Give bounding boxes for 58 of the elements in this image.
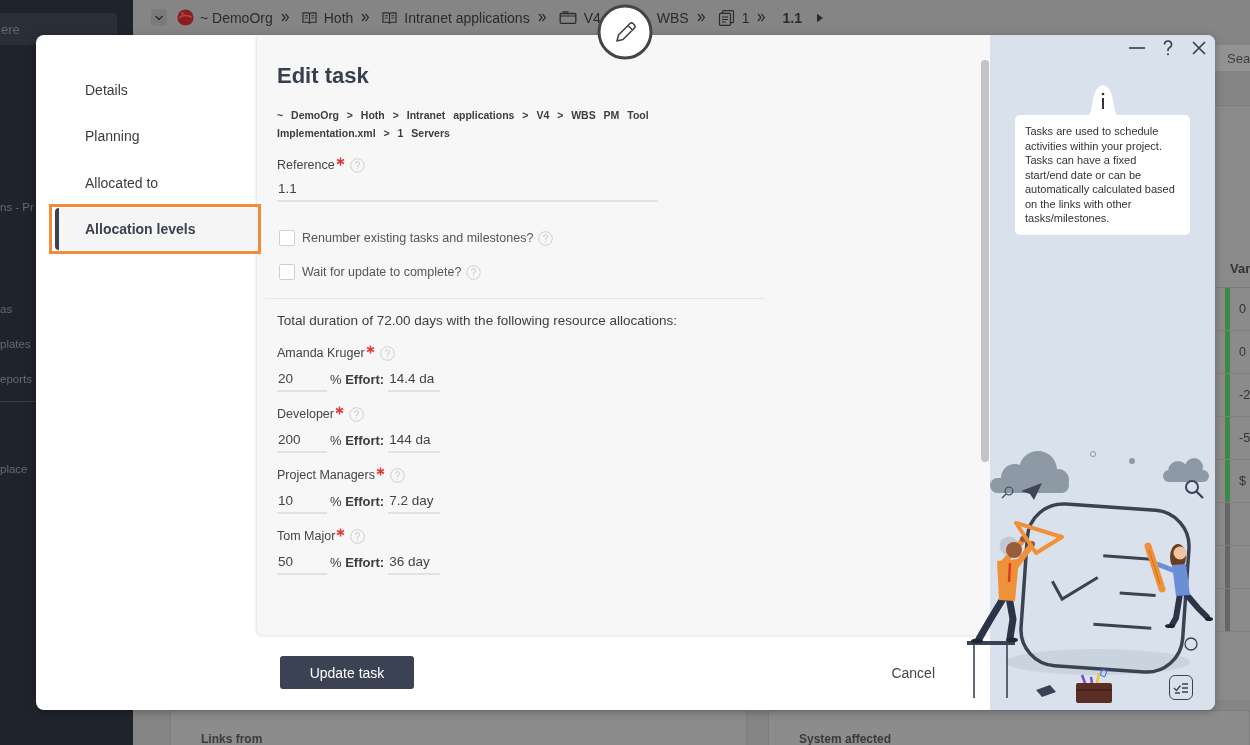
breadcrumb-link[interactable]: Hoth [323, 9, 354, 26]
field-label: Amanda Kruger [277, 346, 365, 360]
percent-field[interactable]: 200 [277, 427, 327, 453]
book-icon [382, 10, 398, 25]
field-label: Tom Major [277, 529, 336, 543]
effort-label: % Effort: [330, 554, 385, 570]
table-cell: 0 [1239, 345, 1246, 359]
checklist-icon [1173, 680, 1189, 695]
percent-field[interactable]: 10 [277, 488, 327, 514]
breadcrumb-link[interactable]: ~ DemoOrg [200, 9, 273, 26]
reference-field[interactable]: 1.1 [277, 176, 658, 202]
field-label: Project Managers [277, 468, 375, 482]
nav-tab[interactable]: Allocation levels [55, 208, 257, 250]
book-icon [301, 10, 317, 25]
update-task-button[interactable]: Update task [280, 656, 414, 689]
breadcrumb-link[interactable]: 1.1 [782, 9, 802, 26]
checklist-button[interactable] [1169, 675, 1193, 700]
percent-field[interactable]: 50 [277, 549, 327, 575]
nav-tab[interactable]: Planning [55, 115, 257, 157]
breadcrumb-link[interactable]: 1 [741, 9, 750, 26]
panel-title: Links from [201, 732, 263, 745]
table-cell: 0 [1239, 302, 1246, 316]
table-cell: -2 [1239, 388, 1250, 402]
effort-label: % Effort: [330, 371, 385, 387]
dialog-title: Edit task [277, 62, 369, 90]
nav-tab[interactable]: Allocated to [55, 161, 257, 204]
breadcrumb-link[interactable]: Intranet applications [404, 9, 530, 26]
effort-field[interactable]: 36 day [388, 549, 441, 575]
checkbox-label[interactable]: Wait for update to complete? [302, 265, 462, 279]
folder-icon [558, 11, 577, 24]
scrollbar-thumb[interactable] [981, 60, 989, 462]
checkbox-label[interactable]: Renumber existing tasks and milestones? [302, 231, 534, 245]
breadcrumb-link[interactable]: V4 [583, 9, 601, 26]
table-cell: $ [1239, 474, 1246, 488]
field-label: Reference [277, 158, 335, 172]
effort-label: % Effort: [330, 493, 385, 509]
summary-text: Total duration of 72.00 days with the following resource allocations: [277, 312, 677, 330]
search-field[interactable]: Sea [1215, 45, 1250, 71]
table-cell: -5 [1239, 431, 1250, 445]
close-icon[interactable] [1191, 40, 1207, 56]
panel-title: System affected [799, 732, 892, 745]
document-icon [717, 9, 735, 26]
help-text: Tasks are used to schedule activities within your project. Tasks can have a fixed start/end date or can be automatically calculated based on the links with other tasks/milestones. [1025, 124, 1176, 226]
cancel-button[interactable]: Cancel [891, 664, 935, 681]
caret-right-icon[interactable] [816, 12, 823, 23]
logo-icon [177, 9, 194, 26]
nav-tab[interactable]: Details [55, 68, 257, 111]
percent-field[interactable]: 20 [277, 366, 327, 392]
checkbox[interactable] [279, 230, 295, 246]
effort-field[interactable]: 7.2 day [388, 488, 441, 514]
effort-field[interactable]: 14.4 da [388, 366, 441, 392]
effort-label: % Effort: [330, 432, 385, 448]
effort-field[interactable]: 144 da [388, 427, 441, 453]
checkbox[interactable] [279, 264, 295, 280]
field-label: Developer [277, 407, 334, 421]
breadcrumb-link[interactable]: WBS [656, 9, 689, 26]
breadcrumb-path[interactable]: ~ DemoOrg > Hoth > Intranet applications > V4 > WBS PM Tool Implementation.xml > 1 Servers [277, 106, 682, 142]
chevron-down-icon[interactable] [151, 9, 167, 26]
